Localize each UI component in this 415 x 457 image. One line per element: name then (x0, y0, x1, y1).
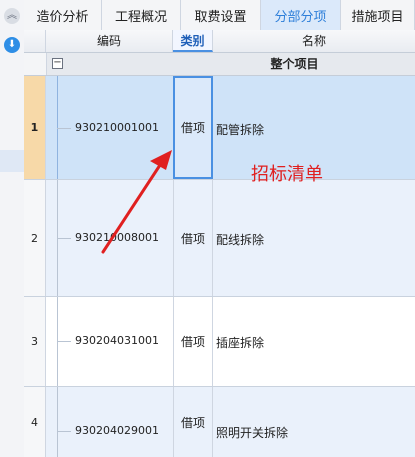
annotation-label: 招标清单 (251, 164, 323, 185)
annotation-arrow-icon (101, 150, 172, 254)
